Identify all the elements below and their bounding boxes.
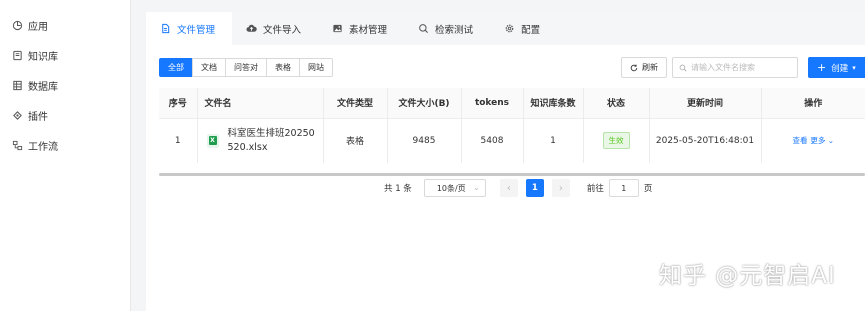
col-index[interactable]: 序号 (159, 88, 198, 119)
file-table: 序号 文件名 文件类型 文件大小(B) tokens 知识库条数 状态 更新时间… (159, 88, 865, 163)
view-link[interactable]: 查看 (792, 136, 807, 145)
watermark: 知乎 @元智启AI (659, 263, 836, 289)
next-page-button[interactable]: › (551, 179, 570, 197)
sidebar-item-workflow[interactable]: 工作流 (0, 130, 130, 160)
status-badge: 生效 (602, 132, 630, 150)
table-row[interactable]: 1 X 科室医生排班20250520.xlsx 表格 9485 5408 1 生… (159, 118, 865, 163)
page-size-select[interactable]: 10条/页 ⌄ (423, 179, 486, 197)
horizontal-scrollbar[interactable] (159, 173, 865, 176)
col-filetype[interactable]: 文件类型 (323, 88, 388, 119)
col-kb-count[interactable]: 知识库条数 (523, 88, 584, 119)
create-button[interactable]: + 创建 ▾ (808, 57, 865, 78)
sidebar-item-app[interactable]: 应用 (0, 10, 130, 40)
search-input[interactable] (691, 63, 791, 72)
image-icon (332, 23, 343, 34)
col-status[interactable]: 状态 (583, 88, 650, 119)
search-icon (679, 64, 687, 72)
col-tokens[interactable]: tokens (461, 88, 524, 119)
filter-table[interactable]: 表格 (266, 58, 300, 77)
total-count: 共 1 条 (384, 184, 412, 194)
sidebar-item-knowledge[interactable]: 知识库 (0, 40, 130, 70)
tab-label: 文件导入 (263, 24, 302, 36)
workflow-icon (12, 140, 23, 151)
page-unit-label: 页 (643, 184, 653, 194)
row-filetype: 表格 (323, 118, 388, 163)
tab-bar: 文件管理 文件导入 素材管理 检索测试 配置 (146, 12, 865, 45)
plugin-icon (12, 110, 23, 121)
search-icon (418, 23, 429, 34)
filter-all[interactable]: 全部 (159, 58, 193, 77)
col-updated[interactable]: 更新时间 (649, 88, 762, 119)
tab-file-import[interactable]: 文件导入 (232, 12, 318, 45)
chevron-down-icon: ▾ (852, 63, 856, 72)
row-tokens: 5408 (461, 118, 524, 163)
database-icon (12, 80, 23, 91)
cloud-upload-icon (246, 23, 257, 34)
row-filename-cell: X 科室医生排班20250520.xlsx (197, 118, 324, 163)
file-name[interactable]: 科室医生排班20250520.xlsx (228, 127, 320, 155)
refresh-icon (630, 64, 638, 72)
chevron-left-icon: ‹ (506, 182, 511, 194)
table-header: 序号 文件名 文件类型 文件大小(B) tokens 知识库条数 状态 更新时间… (159, 88, 865, 119)
col-filename[interactable]: 文件名 (197, 88, 324, 119)
tab-label: 素材管理 (349, 24, 388, 36)
tab-label: 检索测试 (435, 24, 474, 36)
create-label: 创建 (831, 63, 849, 74)
chevron-down-icon: ⌄ (827, 136, 835, 146)
sidebar: 应用 知识库 数据库 插件 工作流 (0, 0, 131, 311)
page-number-current[interactable]: 1 (525, 179, 544, 197)
goto-label: 前往 (586, 184, 604, 194)
sidebar-item-label: 数据库 (28, 81, 58, 93)
file-icon (160, 23, 171, 34)
row-updated: 2025-05-20T16:48:01 (649, 118, 762, 163)
prev-page-button[interactable]: ‹ (499, 179, 518, 197)
toolbar: 全部 文档 问答对 表格 网站 刷新 + 创建 ▾ (146, 45, 865, 88)
filter-website[interactable]: 网站 (299, 58, 333, 77)
plus-icon: + (817, 61, 827, 74)
row-actions: 查看 更多 ⌄ (761, 118, 865, 163)
app-icon (12, 20, 23, 31)
sidebar-item-label: 应用 (28, 21, 48, 33)
col-actions: 操作 (761, 88, 865, 119)
chevron-down-icon: ⌄ (473, 183, 480, 192)
refresh-button[interactable]: 刷新 (621, 57, 667, 78)
tab-retrieval-test[interactable]: 检索测试 (404, 12, 490, 45)
excel-file-icon: X (206, 133, 219, 148)
sidebar-item-label: 知识库 (28, 51, 58, 63)
pagination: 共 1 条 10条/页 ⌄ ‹ 1 › 前往 1 页 (384, 179, 652, 197)
filter-document[interactable]: 文档 (192, 58, 226, 77)
sidebar-item-label: 工作流 (28, 141, 58, 153)
tab-label: 文件管理 (177, 24, 216, 36)
refresh-label: 刷新 (642, 63, 658, 72)
sidebar-item-label: 插件 (28, 111, 48, 123)
chevron-right-icon: › (558, 182, 563, 194)
goto-page-input[interactable]: 1 (608, 179, 639, 197)
tab-file-management[interactable]: 文件管理 (146, 12, 233, 45)
filter-qa[interactable]: 问答对 (225, 58, 267, 77)
sidebar-item-plugin[interactable]: 插件 (0, 100, 130, 130)
more-dropdown[interactable]: 更多 ⌄ (810, 136, 834, 145)
search-box (672, 57, 798, 78)
row-status-cell: 生效 (583, 118, 650, 163)
tab-material-management[interactable]: 素材管理 (318, 12, 404, 45)
row-filesize: 9485 (387, 118, 462, 163)
tab-config[interactable]: 配置 (490, 12, 557, 45)
tab-label: 配置 (521, 24, 541, 36)
sidebar-item-database[interactable]: 数据库 (0, 70, 130, 100)
row-kb-count: 1 (523, 118, 584, 163)
gear-icon (504, 23, 515, 34)
knowledge-icon (12, 50, 23, 61)
file-type-filter: 全部 文档 问答对 表格 网站 (159, 58, 333, 77)
col-filesize[interactable]: 文件大小(B) (387, 88, 462, 119)
row-index: 1 (159, 118, 198, 163)
